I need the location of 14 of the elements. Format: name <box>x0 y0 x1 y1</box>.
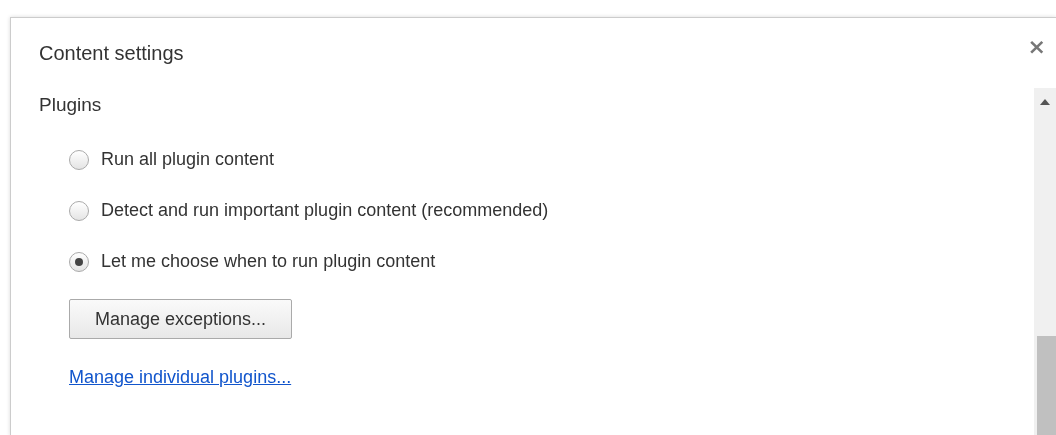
option-label: Detect and run important plugin content (recommended) <box>101 200 549 221</box>
scroll-up-icon[interactable] <box>1039 98 1051 106</box>
close-button[interactable]: × <box>1027 36 1046 58</box>
manage-exceptions-button[interactable]: Manage exceptions... <box>69 299 292 339</box>
option-label: Let me choose when to run plugin content <box>101 251 436 272</box>
dialog-title: Content settings <box>39 42 184 65</box>
section-heading: Plugins <box>39 94 103 116</box>
manage-plugins-link[interactable]: Manage individual plugins... <box>69 367 292 388</box>
scrollbar-thumb[interactable] <box>1037 336 1056 435</box>
option-label: Run all plugin content <box>101 149 275 170</box>
radio-button[interactable] <box>69 200 89 221</box>
scrollbar[interactable] <box>1034 88 1056 435</box>
radio-button[interactable] <box>69 149 89 170</box>
radio-button[interactable] <box>69 251 89 272</box>
